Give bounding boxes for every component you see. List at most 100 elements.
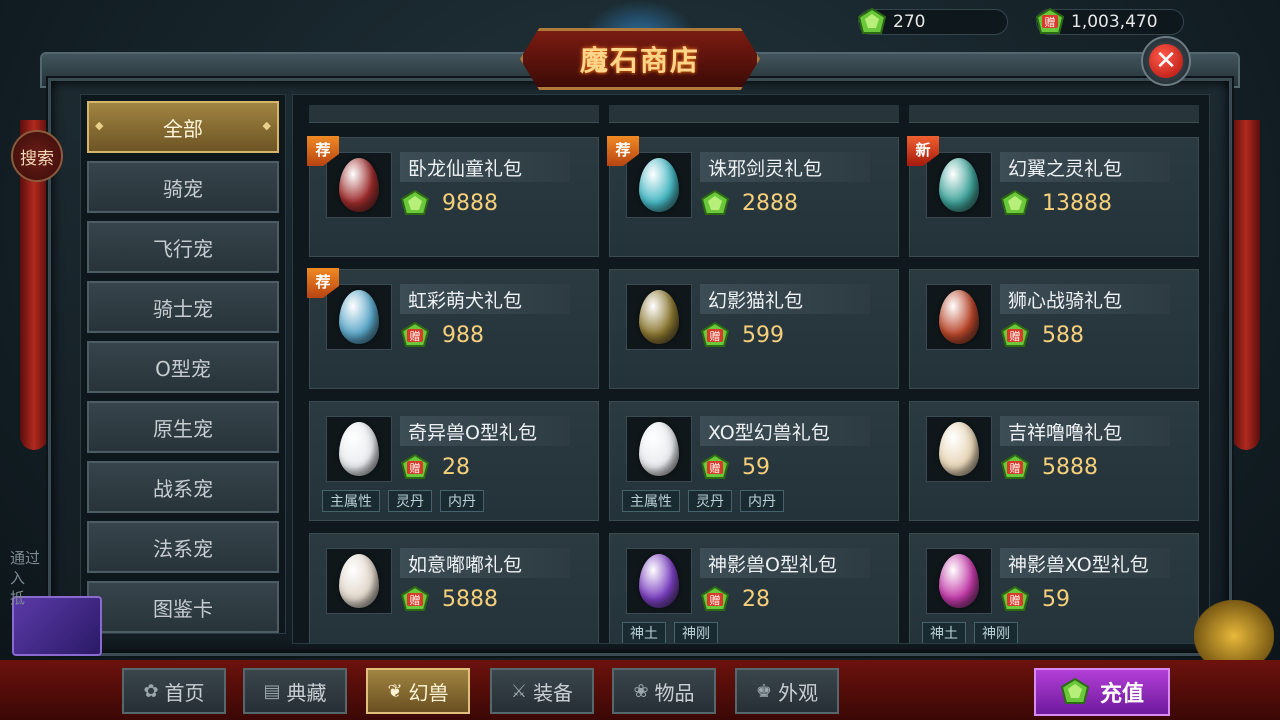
- price-value: 59: [742, 454, 770, 480]
- product-price: 赠 59: [700, 452, 770, 482]
- bonus-stone-icon: 赠: [400, 454, 430, 479]
- attribute-tag[interactable]: 灵丹: [688, 490, 732, 512]
- sidebar-item[interactable]: O型宠: [87, 341, 279, 393]
- egg-thumbnail: [926, 416, 992, 482]
- bonus-stone-icon: 赠: [700, 586, 730, 611]
- product-card[interactable]: 荐诛邪剑灵礼包 2888: [607, 136, 899, 257]
- egg-thumbnail: [326, 152, 392, 218]
- attribute-tags: 主属性 灵丹 内丹: [622, 490, 784, 512]
- product-card[interactable]: 新幻翼之灵礼包 13888: [907, 136, 1199, 257]
- attribute-tag[interactable]: 内丹: [440, 490, 484, 512]
- product-name: 神影兽XO型礼包: [1000, 548, 1170, 578]
- right-curtain-decoration: [1232, 120, 1260, 450]
- egg-icon: [639, 158, 679, 212]
- tab-collection[interactable]: ▤ 典藏: [243, 668, 347, 714]
- attribute-tags: 神土 神刚: [622, 622, 718, 643]
- sidebar-item[interactable]: 图鉴卡: [87, 581, 279, 633]
- sidebar-item[interactable]: 全部: [87, 101, 279, 153]
- side-hint-text: 通过 入 抵: [10, 549, 41, 607]
- product-name: 虹彩萌犬礼包: [400, 284, 570, 314]
- egg-thumbnail: [626, 416, 692, 482]
- tab-items[interactable]: ❀ 物品: [612, 668, 716, 714]
- tab-icon: ❦: [387, 680, 403, 702]
- product-card[interactable]: 幻影猫礼包赠 599: [609, 269, 899, 389]
- attribute-tag[interactable]: 神刚: [674, 622, 718, 643]
- recharge-button[interactable]: 充值: [1034, 668, 1170, 716]
- egg-thumbnail: [326, 284, 392, 350]
- sidebar-item[interactable]: 战系宠: [87, 461, 279, 513]
- attribute-tag[interactable]: 神土: [922, 622, 966, 643]
- attribute-tag[interactable]: 灵丹: [388, 490, 432, 512]
- magic-stone-icon: [1000, 190, 1030, 215]
- bonus-badge-text: 赠: [410, 593, 421, 607]
- product-card[interactable]: 荐卧龙仙童礼包 9888: [307, 136, 599, 257]
- close-button[interactable]: ✕: [1141, 36, 1191, 86]
- sidebar-item[interactable]: 原生宠: [87, 401, 279, 453]
- tab-label: 外观: [778, 680, 819, 705]
- attribute-tag[interactable]: 主属性: [622, 490, 680, 512]
- close-icon[interactable]: ✕: [1149, 44, 1183, 78]
- treasure-pile-decoration: [1194, 600, 1274, 660]
- product-name: 神影兽O型礼包: [700, 548, 870, 578]
- product-card[interactable]: 如意嘟嘟礼包赠 5888: [309, 533, 599, 643]
- bonus-stone-icon: 赠: [1000, 454, 1030, 479]
- egg-icon: [639, 290, 679, 344]
- egg-thumbnail: [926, 284, 992, 350]
- product-price: 13888: [1000, 188, 1112, 218]
- price-value: 599: [742, 322, 784, 348]
- bonus-badge-text: 赠: [1010, 593, 1021, 607]
- magic-stone-icon: [700, 190, 730, 215]
- price-value: 588: [1042, 322, 1084, 348]
- price-value: 5888: [442, 586, 498, 612]
- product-name: 奇异兽O型礼包: [400, 416, 570, 446]
- sidebar-item[interactable]: 法系宠: [87, 521, 279, 573]
- recharge-label: 充值: [1099, 682, 1144, 707]
- magic-stone-amount: 270: [893, 12, 926, 32]
- attribute-tags: 主属性 灵丹 内丹: [322, 490, 484, 512]
- tab-label: 幻兽: [408, 680, 449, 705]
- search-button[interactable]: 搜索: [11, 130, 63, 182]
- attribute-tag[interactable]: 主属性: [322, 490, 380, 512]
- title-plaque: 魔石商店: [520, 28, 760, 90]
- product-card[interactable]: 吉祥噜噜礼包赠 5888: [909, 401, 1199, 521]
- tab-icon: ❀: [633, 680, 649, 702]
- bonus-badge-text: 赠: [1010, 329, 1021, 343]
- row-divider: [609, 105, 899, 123]
- product-card[interactable]: 神影兽O型礼包赠 28 神土 神刚: [609, 533, 899, 643]
- egg-thumbnail: [626, 152, 692, 218]
- tab-beast[interactable]: ❦ 幻兽: [366, 668, 470, 714]
- attribute-tag[interactable]: 神刚: [974, 622, 1018, 643]
- egg-thumbnail: [926, 152, 992, 218]
- product-card[interactable]: 奇异兽O型礼包赠 28 主属性 灵丹 内丹: [309, 401, 599, 521]
- egg-thumbnail: [926, 548, 992, 614]
- egg-icon: [339, 158, 379, 212]
- product-name: 幻影猫礼包: [700, 284, 870, 314]
- bonus-stone-icon: 赠: [400, 322, 430, 347]
- bonus-stone-icon: 赠: [1000, 586, 1030, 611]
- egg-thumbnail: [326, 548, 392, 614]
- product-grid: 荐卧龙仙童礼包 9888 荐诛邪剑灵礼包 2888 新幻翼之灵礼包 13888 荐虹彩萌犬礼…: [292, 94, 1210, 644]
- attribute-tag[interactable]: 神土: [622, 622, 666, 643]
- egg-icon: [939, 158, 979, 212]
- tab-label: 装备: [533, 680, 574, 705]
- product-card[interactable]: XO型幻兽礼包赠 59 主属性 灵丹 内丹: [609, 401, 899, 521]
- product-price: 赠 599: [700, 320, 784, 350]
- bonus-stone-icon: 赠: [700, 322, 730, 347]
- attribute-tag[interactable]: 内丹: [740, 490, 784, 512]
- bonus-badge-text: 赠: [710, 593, 721, 607]
- product-card[interactable]: 狮心战骑礼包赠 588: [909, 269, 1199, 389]
- sidebar-item[interactable]: 骑士宠: [87, 281, 279, 333]
- tab-appearance[interactable]: ♚ 外观: [735, 668, 839, 714]
- tab-icon: ⚔: [510, 680, 528, 702]
- price-value: 28: [442, 454, 470, 480]
- product-card[interactable]: 荐虹彩萌犬礼包赠 988: [307, 268, 599, 389]
- product-price: 赠 588: [1000, 320, 1084, 350]
- product-card[interactable]: 神影兽XO型礼包赠 59 神土 神刚: [909, 533, 1199, 643]
- sidebar-item[interactable]: 骑宠: [87, 161, 279, 213]
- sidebar-item[interactable]: 飞行宠: [87, 221, 279, 273]
- egg-icon: [939, 290, 979, 344]
- tab-equipment[interactable]: ⚔ 装备: [490, 668, 594, 714]
- bonus-badge-text: 赠: [710, 461, 721, 475]
- bonus-stone-balance: 赠 1,003,470: [1035, 7, 1184, 35]
- tab-home[interactable]: ✿ 首页: [122, 668, 226, 714]
